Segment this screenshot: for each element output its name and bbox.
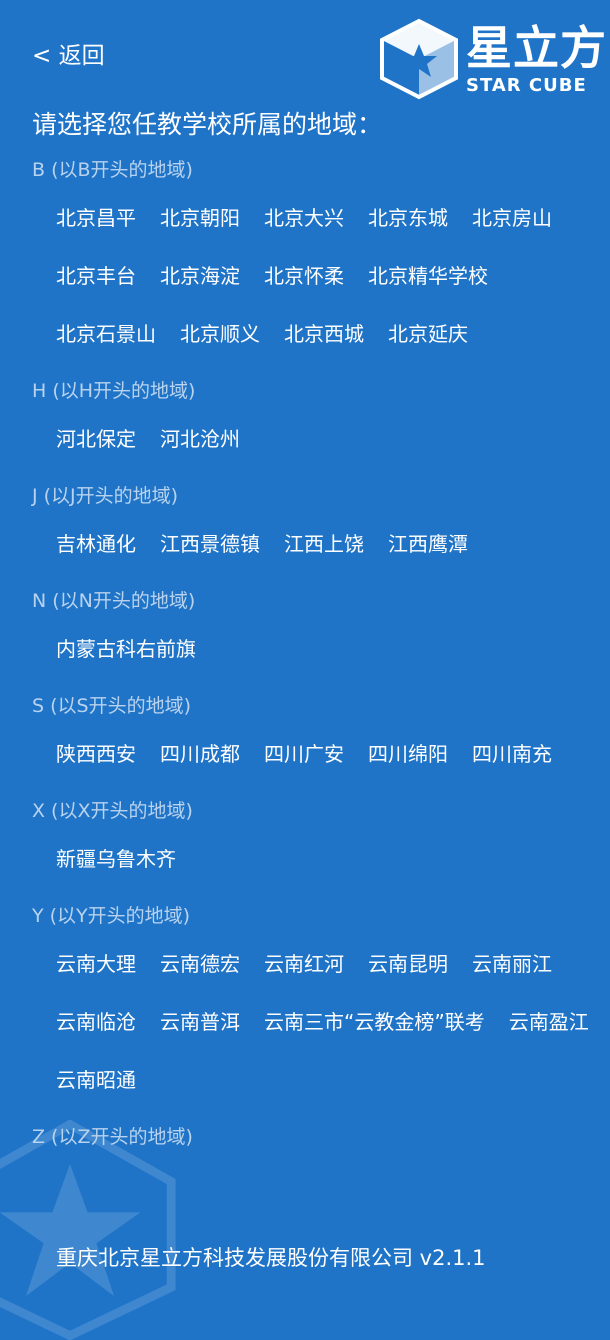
- region-group-items: 北京昌平 北京朝阳 北京大兴 北京东城 北京房山 北京丰台 北京海淀 北京怀柔 北京精华学校 北京…: [0, 189, 610, 363]
- region-item[interactable]: 北京西城: [284, 305, 364, 363]
- region-item[interactable]: 河北沧州: [160, 410, 240, 468]
- region-item[interactable]: 四川绵阳: [368, 725, 448, 783]
- region-item[interactable]: 陕西西安: [56, 725, 136, 783]
- group-header: J (以J开头的地域): [32, 485, 179, 507]
- region-item[interactable]: 云南三市“云教金榜”联考: [264, 993, 485, 1051]
- group-header: N (以N开头的地域): [32, 590, 196, 612]
- region-item[interactable]: 云南临沧: [56, 993, 136, 1051]
- region-item[interactable]: 北京海淀: [160, 247, 240, 305]
- page-prompt: 请选择您任教学校所属的地域：: [32, 110, 383, 139]
- region-item[interactable]: 云南大理: [56, 935, 136, 993]
- logo-english-text: STAR CUBE: [466, 75, 587, 96]
- region-item[interactable]: 江西景德镇: [160, 515, 260, 573]
- region-item[interactable]: 四川南充: [472, 725, 552, 783]
- region-item[interactable]: 北京延庆: [388, 305, 468, 363]
- group-header: Y (以Y开头的地域): [32, 905, 191, 927]
- region-item[interactable]: 内蒙古科右前旗: [56, 620, 196, 678]
- region-item[interactable]: 北京石景山: [56, 305, 156, 363]
- region-group-items: 陕西西安 四川成都 四川广安 四川绵阳 四川南充: [0, 725, 610, 783]
- brand-logo: 星立方 STAR CUBE: [378, 18, 606, 100]
- region-item[interactable]: 云南红河: [264, 935, 344, 993]
- region-item[interactable]: 四川成都: [160, 725, 240, 783]
- region-item[interactable]: 吉林通化: [56, 515, 136, 573]
- region-list: B (以B开头的地域) 北京昌平 北京朝阳 北京大兴 北京东城 北京房山 北京丰台 北京海淀北…: [0, 152, 610, 1156]
- footer-company-version: 重庆北京星立方科技发展股份有限公司 v2.1.1: [56, 1246, 486, 1270]
- region-item[interactable]: 北京房山: [472, 189, 552, 247]
- region-item[interactable]: 北京精华学校: [368, 247, 488, 305]
- region-item[interactable]: 北京大兴: [264, 189, 344, 247]
- group-header: X (以X开头的地域): [32, 800, 193, 822]
- region-item[interactable]: 云南丽江: [472, 935, 552, 993]
- back-button[interactable]: < 返回: [32, 40, 105, 72]
- logo-chinese-text: 星立方: [466, 21, 607, 75]
- group-header: H (以H开头的地域): [32, 380, 196, 402]
- group-header: Z (以Z开头的地域): [32, 1126, 193, 1148]
- region-group-items: 内蒙古科右前旗: [0, 620, 610, 678]
- region-group-items: 吉林通化 江西景德镇 江西上饶 江西鹰潭: [0, 515, 610, 573]
- group-header: S (以S开头的地域): [32, 695, 191, 717]
- region-item[interactable]: 新疆乌鲁木齐: [56, 830, 176, 888]
- region-item[interactable]: 北京昌平: [56, 189, 136, 247]
- region-item[interactable]: 北京朝阳: [160, 189, 240, 247]
- region-item[interactable]: 云南普洱: [160, 993, 240, 1051]
- region-item[interactable]: 云南昆明: [368, 935, 448, 993]
- region-item[interactable]: 四川广安: [264, 725, 344, 783]
- region-item[interactable]: 江西上饶: [284, 515, 364, 573]
- region-group-items: 河北保定 河北沧州: [0, 410, 610, 468]
- star-cube-logo-icon: [380, 18, 458, 100]
- region-item[interactable]: 北京丰台: [56, 247, 136, 305]
- group-header: B (以B开头的地域): [32, 159, 193, 181]
- region-item[interactable]: 云南德宏: [160, 935, 240, 993]
- region-group-items: 新疆乌鲁木齐: [0, 830, 610, 888]
- region-group-items: 云南大理 云南德宏 云南红河 云南昆明 云南丽江云南临沧 云南普洱 云南三市“云教金榜”联考…: [0, 935, 610, 1109]
- region-item[interactable]: 江西鹰潭: [388, 515, 468, 573]
- region-item[interactable]: 云南昭通: [56, 1051, 136, 1109]
- region-item[interactable]: 北京东城: [368, 189, 448, 247]
- region-item[interactable]: 河北保定: [56, 410, 136, 468]
- region-item[interactable]: 北京怀柔: [264, 247, 344, 305]
- region-item[interactable]: 北京顺义: [180, 305, 260, 363]
- region-item[interactable]: 云南盈江: [509, 993, 589, 1051]
